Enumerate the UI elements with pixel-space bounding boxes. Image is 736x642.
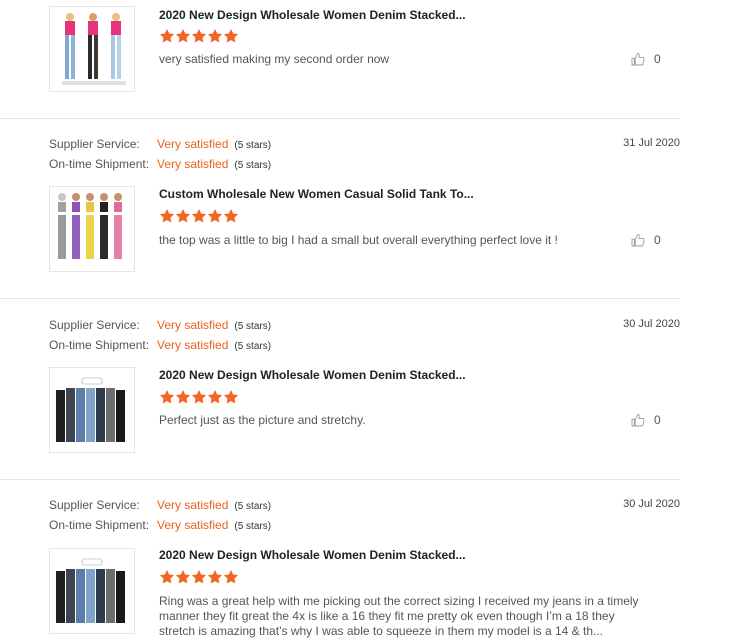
star-icon bbox=[191, 208, 207, 224]
supplier-service-row: Supplier Service: Very satisfied (5 stars) bbox=[49, 497, 271, 513]
review-date: 30 Jul 2020 bbox=[623, 318, 680, 330]
thumbs-up-icon bbox=[630, 412, 646, 428]
star-icon bbox=[159, 208, 175, 224]
divider bbox=[0, 118, 680, 119]
review-text: Ring was a great help with me picking ou… bbox=[159, 594, 639, 638]
supplier-service-stars: (5 stars) bbox=[234, 140, 272, 151]
helpful-button[interactable]: 0 bbox=[630, 232, 661, 248]
rating-stars bbox=[159, 569, 239, 585]
star-icon bbox=[191, 389, 207, 405]
shipment-stars: (5 stars) bbox=[234, 341, 272, 352]
thumbs-up-icon bbox=[630, 232, 646, 248]
product-image-stacked-jeans bbox=[56, 377, 125, 442]
shipment-value: Very satisfied bbox=[157, 518, 229, 532]
product-thumbnail[interactable] bbox=[49, 548, 135, 634]
star-icon bbox=[175, 569, 191, 585]
review-text: Perfect just as the picture and stretchy… bbox=[159, 413, 366, 427]
helpful-button[interactable]: 0 bbox=[630, 412, 661, 428]
supplier-service-value: Very satisfied bbox=[157, 318, 229, 332]
star-icon bbox=[191, 569, 207, 585]
star-icon bbox=[207, 389, 223, 405]
star-icon bbox=[175, 28, 191, 44]
supplier-service-row: Supplier Service: Very satisfied (5 stars) bbox=[49, 317, 271, 333]
star-icon bbox=[159, 28, 175, 44]
shipment-row: On-time Shipment: Very satisfied (5 stars) bbox=[49, 517, 271, 533]
product-title-link[interactable]: 2020 New Design Wholesale Women Denim St… bbox=[159, 548, 466, 562]
product-thumbnail[interactable] bbox=[49, 186, 135, 272]
star-icon bbox=[223, 28, 239, 44]
product-image-jeans-pink-top bbox=[62, 13, 126, 85]
helpful-count: 0 bbox=[654, 233, 661, 247]
helpful-button[interactable]: 0 bbox=[630, 51, 661, 67]
supplier-service-label: Supplier Service: bbox=[49, 137, 140, 151]
rating-stars bbox=[159, 389, 239, 405]
shipment-label: On-time Shipment: bbox=[49, 518, 150, 532]
supplier-service-row: Supplier Service: Very satisfied (5 stars) bbox=[49, 136, 271, 152]
shipment-stars: (5 stars) bbox=[234, 521, 272, 532]
star-icon bbox=[159, 389, 175, 405]
supplier-service-value: Very satisfied bbox=[157, 498, 229, 512]
product-title-link[interactable]: Custom Wholesale New Women Casual Solid … bbox=[159, 187, 474, 201]
product-image-tank-set bbox=[58, 193, 122, 259]
thumbs-up-icon bbox=[630, 51, 646, 67]
product-thumbnail[interactable] bbox=[49, 367, 135, 453]
review-text: the top was a little to big I had a smal… bbox=[159, 233, 558, 247]
supplier-service-stars: (5 stars) bbox=[234, 501, 272, 512]
rating-stars bbox=[159, 208, 239, 224]
star-icon bbox=[175, 208, 191, 224]
shipment-value: Very satisfied bbox=[157, 157, 229, 171]
supplier-service-stars: (5 stars) bbox=[234, 321, 272, 332]
helpful-count: 0 bbox=[654, 52, 661, 66]
review-date: 30 Jul 2020 bbox=[623, 498, 680, 510]
star-icon bbox=[207, 569, 223, 585]
star-icon bbox=[223, 389, 239, 405]
shipment-value: Very satisfied bbox=[157, 338, 229, 352]
star-icon bbox=[175, 389, 191, 405]
shipment-label: On-time Shipment: bbox=[49, 157, 150, 171]
product-title-link[interactable]: 2020 New Design Wholesale Women Denim St… bbox=[159, 368, 466, 382]
star-icon bbox=[223, 569, 239, 585]
review-text: very satisfied making my second order no… bbox=[159, 52, 390, 66]
product-image-stacked-jeans bbox=[56, 558, 125, 623]
review-date: 31 Jul 2020 bbox=[623, 137, 680, 149]
divider bbox=[0, 479, 680, 480]
shipment-row: On-time Shipment: Very satisfied (5 stars) bbox=[49, 337, 271, 353]
star-icon bbox=[207, 208, 223, 224]
divider bbox=[0, 298, 680, 299]
supplier-service-label: Supplier Service: bbox=[49, 318, 140, 332]
star-icon bbox=[207, 28, 223, 44]
supplier-service-value: Very satisfied bbox=[157, 137, 229, 151]
star-icon bbox=[159, 569, 175, 585]
shipment-stars: (5 stars) bbox=[234, 160, 272, 171]
star-icon bbox=[191, 28, 207, 44]
rating-stars bbox=[159, 28, 239, 44]
supplier-service-label: Supplier Service: bbox=[49, 498, 140, 512]
helpful-count: 0 bbox=[654, 413, 661, 427]
product-thumbnail[interactable] bbox=[49, 6, 135, 92]
product-title-link[interactable]: 2020 New Design Wholesale Women Denim St… bbox=[159, 8, 466, 22]
shipment-row: On-time Shipment: Very satisfied (5 stars) bbox=[49, 156, 271, 172]
star-icon bbox=[223, 208, 239, 224]
shipment-label: On-time Shipment: bbox=[49, 338, 150, 352]
